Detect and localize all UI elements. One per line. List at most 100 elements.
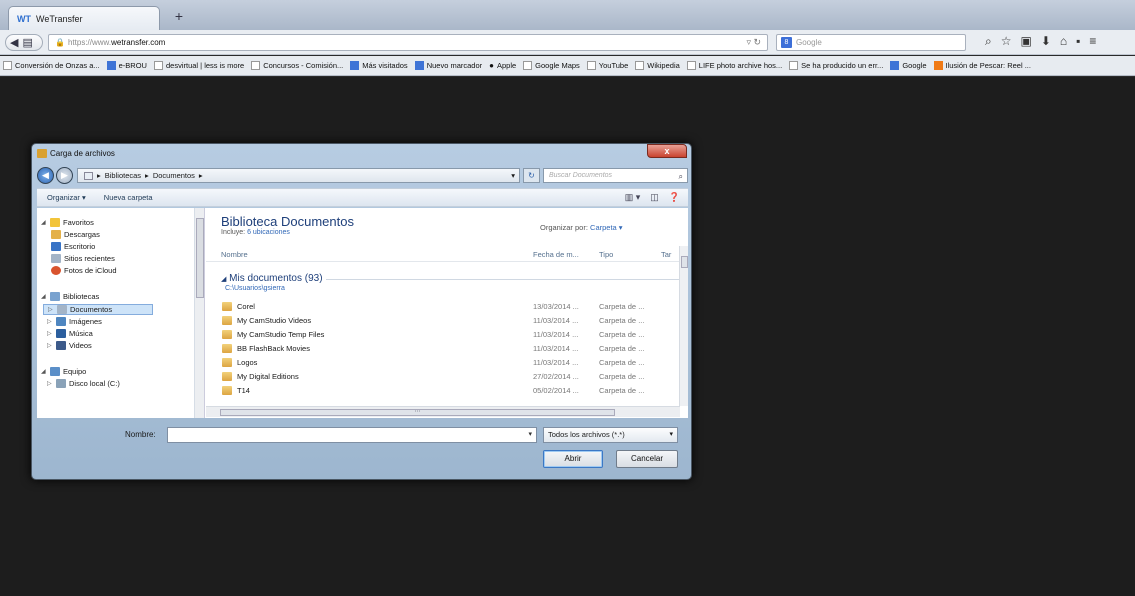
column-name[interactable]: Nombre	[221, 250, 248, 259]
bookmark-item[interactable]: Más visitados	[350, 61, 411, 70]
chevron-down-icon[interactable]: ▾	[511, 171, 515, 180]
nav-local-disk[interactable]: ▷ Disco local (C:)	[47, 379, 120, 388]
bookmark-item[interactable]: ● Apple	[489, 61, 520, 70]
column-size[interactable]: Tar	[661, 250, 671, 259]
bookmark-item[interactable]: Google	[890, 61, 930, 70]
nav-favorites[interactable]: ◢ Favoritos	[41, 218, 94, 227]
nav-videos[interactable]: ▷ Videos	[47, 341, 92, 350]
page-icon	[251, 61, 261, 70]
page-icon	[586, 61, 596, 70]
column-date[interactable]: Fecha de m...	[533, 250, 579, 259]
download-icon[interactable]: ⬇	[1041, 34, 1051, 49]
forward-arrow-icon[interactable]: ▶	[56, 167, 73, 184]
nav-icloud[interactable]: Fotos de iCloud	[51, 266, 117, 275]
file-row[interactable]: T14 05/02/2014 ... Carpeta de ...	[206, 384, 680, 398]
tab-wetransfer[interactable]: WT WeTransfer	[8, 6, 160, 30]
file-type: Carpeta de ...	[599, 330, 645, 339]
bookmark-item[interactable]: Wikipedia	[635, 61, 684, 70]
file-name: My CamStudio Videos	[237, 316, 312, 325]
arrange-dropdown[interactable]: Carpeta ▾	[590, 223, 623, 232]
horizontal-scrollbar[interactable]: ⋯	[206, 406, 680, 417]
cancel-button[interactable]: Cancelar	[616, 450, 678, 468]
file-list-scrollbar[interactable]	[679, 246, 688, 406]
nav-computer[interactable]: ◢ Equipo	[41, 367, 86, 376]
bookmark-item[interactable]: Ilusión de Pescar: Reel ...	[933, 61, 1035, 70]
refresh-button[interactable]: ↻	[523, 168, 540, 183]
breadcrumb-documents[interactable]: Documentos	[153, 171, 195, 180]
scroll-thumb[interactable]: ⋯	[220, 409, 615, 416]
nav-documents[interactable]: ▷ Documentos	[43, 304, 154, 315]
nav-scrollbar[interactable]	[195, 208, 205, 418]
nav-downloads[interactable]: Descargas	[51, 230, 100, 239]
chevron-down-icon[interactable]: ▾	[528, 430, 532, 438]
bookmark-item[interactable]: Concursos - Comisión...	[251, 61, 347, 70]
locations-link[interactable]: 6 ubicaciones	[247, 229, 290, 236]
bookmarks-bar: Conversión de Onzas a... e-BROU desvirtu…	[0, 56, 1135, 76]
sync-icon[interactable]: ▪	[1076, 34, 1080, 49]
view-options-icon[interactable]: ▥ ▾	[625, 192, 641, 203]
filename-input[interactable]: ▾	[167, 427, 537, 443]
nav-desktop[interactable]: Escritorio	[51, 242, 95, 251]
file-row[interactable]: Logos 11/03/2014 ... Carpeta de ...	[206, 356, 680, 370]
breadcrumb[interactable]: ▸ Bibliotecas ▸ Documentos ▸ ▾	[77, 168, 520, 183]
bookmark-item[interactable]: Conversión de Onzas a...	[3, 61, 104, 70]
bookmark-item[interactable]: Google Maps	[523, 61, 584, 70]
url-domain: wetransfer.com	[111, 38, 166, 47]
wetransfer-icon: WT	[17, 13, 31, 24]
close-button[interactable]: x	[647, 144, 687, 158]
dialog-footer: Nombre: ▾ Todos los archivos (*.*) ▾ Abr…	[37, 419, 688, 477]
library-title: Biblioteca Documentos	[221, 214, 354, 229]
blogger-icon	[933, 61, 943, 70]
file-row[interactable]: My CamStudio Temp Files 11/03/2014 ... Car…	[206, 328, 680, 342]
bookmark-item[interactable]: LIFE photo archive hos...	[686, 61, 786, 70]
help-icon[interactable]: ❓	[669, 192, 680, 203]
file-type-filter[interactable]: Todos los archivos (*.*) ▾	[543, 427, 678, 443]
identity-icon[interactable]: ▤	[22, 36, 32, 49]
reload-icon[interactable]: ▿ ↻	[746, 37, 761, 48]
group-header[interactable]: ◢ Mis documentos (93)	[221, 273, 323, 284]
search-bar[interactable]: 8 Google	[776, 34, 966, 51]
bookmark-item[interactable]: Se ha producido un err...	[789, 61, 887, 70]
bookmark-star-icon[interactable]: ☆	[1001, 34, 1012, 49]
nav-recent[interactable]: Sitios recientes	[51, 254, 115, 263]
bookmark-item[interactable]: Nuevo marcador	[414, 61, 486, 70]
file-row[interactable]: BB FlashBack Movies 11/03/2014 ... Carpeta…	[206, 342, 680, 356]
bookmark-item[interactable]: e-BROU	[106, 61, 151, 70]
bookmark-label: Conversión de Onzas a...	[15, 61, 100, 70]
dialog-body: ◢ Favoritos Descargas Escritorio Sitios r…	[37, 208, 688, 418]
new-folder-button[interactable]: Nueva carpeta	[104, 193, 153, 202]
nav-images[interactable]: ▷ Imágenes	[47, 317, 102, 326]
column-type[interactable]: Tipo	[599, 250, 613, 259]
search-input[interactable]: Buscar Documentos ⌕	[543, 168, 688, 183]
includes-label: Incluye:	[221, 229, 246, 236]
nav-music[interactable]: ▷ Música	[47, 329, 93, 338]
file-list-pane: Biblioteca Documentos Incluye: 6 ubicaci…	[206, 208, 688, 418]
menu-icon[interactable]: ≡	[1089, 34, 1096, 49]
library-includes: Incluye: 6 ubicaciones	[221, 229, 290, 236]
bookmark-label: Nuevo marcador	[426, 61, 483, 70]
group-title: Mis documentos (93)	[229, 273, 323, 284]
desktop-icon	[51, 242, 61, 251]
search-icon[interactable]: ⌕	[985, 34, 992, 49]
bookmark-item[interactable]: YouTube	[586, 61, 632, 70]
scroll-thumb[interactable]	[681, 256, 688, 268]
new-tab-button[interactable]: +	[171, 8, 187, 24]
organize-button[interactable]: Organizar ▾	[47, 193, 86, 202]
preview-pane-icon[interactable]: ◫	[650, 192, 659, 203]
home-icon[interactable]: ⌂	[1060, 34, 1067, 49]
tab-strip: WT WeTransfer +	[0, 0, 1135, 30]
breadcrumb-libraries[interactable]: Bibliotecas	[105, 171, 141, 180]
brou-icon	[106, 61, 116, 70]
bookmarks-menu-icon[interactable]: ▣	[1021, 34, 1032, 49]
file-row[interactable]: My Digital Editions 27/02/2014 ... Carpeta…	[206, 370, 680, 384]
file-row[interactable]: Corel 13/03/2014 ... Carpeta de ...	[206, 300, 680, 314]
scroll-thumb[interactable]	[196, 218, 204, 298]
file-row[interactable]: My CamStudio Videos 11/03/2014 ... Carpeta…	[206, 314, 680, 328]
open-button[interactable]: Abrir	[543, 450, 603, 468]
url-bar[interactable]: 🔒 https://www. wetransfer.com ▿ ↻	[48, 34, 768, 51]
back-button[interactable]: ◀ ▤	[5, 34, 43, 51]
bookmark-item[interactable]: desvirtual | less is more	[153, 61, 248, 70]
nav-libraries[interactable]: ◢ Bibliotecas	[41, 292, 99, 301]
expand-arrow-icon: ▷	[47, 343, 52, 349]
back-arrow-icon[interactable]: ◀	[37, 167, 54, 184]
